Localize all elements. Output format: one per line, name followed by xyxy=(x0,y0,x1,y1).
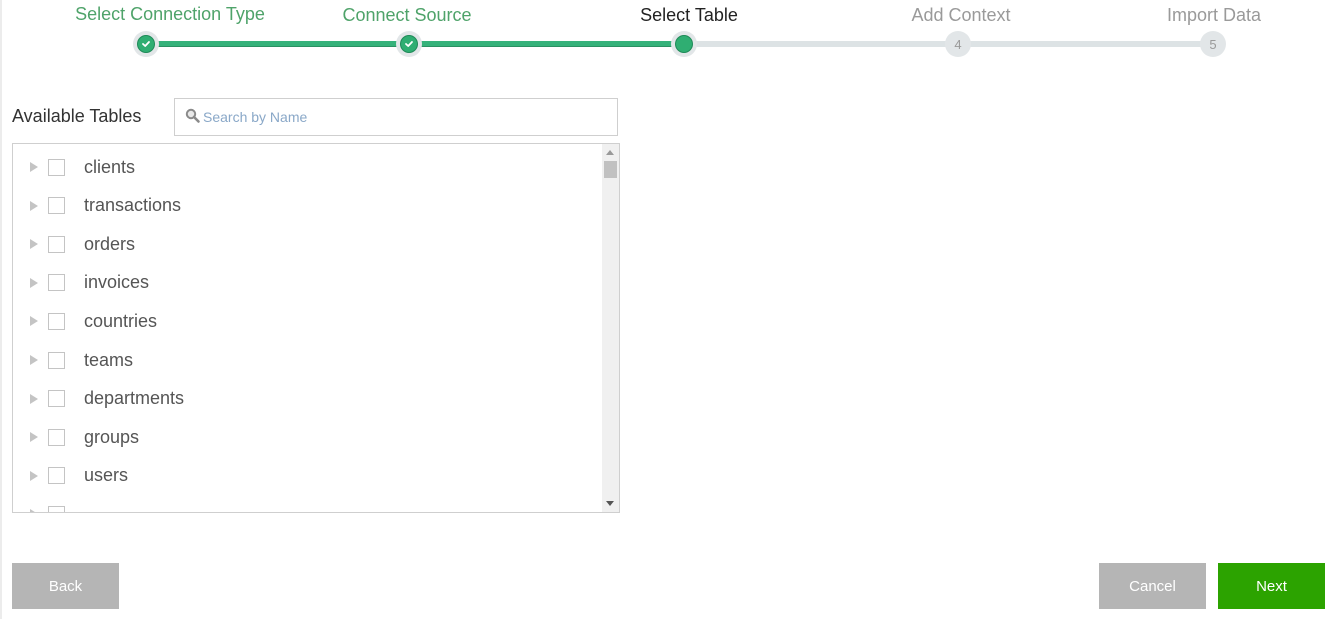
expand-arrow-icon[interactable] xyxy=(30,200,38,211)
table-checkbox[interactable] xyxy=(48,428,65,446)
step-number: 5 xyxy=(1209,36,1217,52)
table-list-item[interactable]: users xyxy=(13,457,603,495)
step-label-add-context: Add Context xyxy=(911,5,1011,25)
check-icon xyxy=(142,41,150,47)
table-checkbox[interactable] xyxy=(48,351,65,369)
table-checkbox[interactable] xyxy=(48,467,65,485)
table-search-input[interactable] xyxy=(203,99,603,135)
page-left-border xyxy=(0,0,2,619)
table-list-item[interactable]: departments xyxy=(13,380,603,418)
back-button[interactable]: Back xyxy=(12,563,119,609)
table-name: users xyxy=(84,465,129,486)
step-label-connect-source: Connect Source xyxy=(342,5,472,25)
check-icon xyxy=(405,41,413,47)
cancel-button[interactable]: Cancel xyxy=(1099,563,1206,609)
table-name: invoices xyxy=(84,272,150,293)
expand-arrow-icon[interactable] xyxy=(30,316,38,327)
table-name: orders xyxy=(84,233,136,254)
table-checkbox[interactable] xyxy=(48,390,65,408)
expand-arrow-icon[interactable] xyxy=(30,162,38,172)
table-checkbox[interactable] xyxy=(48,505,65,512)
scroll-down-arrow-icon[interactable] xyxy=(606,501,614,506)
table-search-box[interactable] xyxy=(174,98,618,136)
tables-list[interactable]: users groups departments teams countries invo… xyxy=(12,143,620,513)
tables-list-scrollbar[interactable] xyxy=(602,144,619,512)
expand-arrow-icon[interactable] xyxy=(30,432,38,443)
expand-arrow-icon[interactable] xyxy=(30,393,38,404)
available-tables-label: Available Tables xyxy=(12,106,142,126)
expand-arrow-icon[interactable] xyxy=(30,355,38,365)
table-list-item[interactable]: clients xyxy=(13,148,603,186)
step-node-3-current xyxy=(671,31,697,57)
table-checkbox[interactable] xyxy=(48,158,65,176)
table-list-item[interactable]: orders xyxy=(13,225,603,263)
table-name: groups xyxy=(84,426,140,447)
step-node-5: 5 xyxy=(1200,31,1226,57)
scrollbar-thumb[interactable] xyxy=(604,161,617,178)
table-checkbox[interactable] xyxy=(48,235,65,253)
expand-arrow-icon[interactable] xyxy=(30,239,38,250)
table-list-item[interactable]: transactions xyxy=(13,187,603,225)
table-checkbox[interactable] xyxy=(48,312,65,330)
wizard-stepper: Select Connection Type Connect Source Se… xyxy=(0,0,1325,70)
search-icon xyxy=(185,108,201,129)
expand-arrow-icon[interactable] xyxy=(30,470,38,481)
next-button[interactable]: Next xyxy=(1218,563,1325,609)
table-list-item[interactable]: invoices xyxy=(13,264,603,302)
table-checkbox[interactable] xyxy=(48,274,65,292)
table-name: transactions xyxy=(84,195,182,216)
scroll-up-arrow-icon[interactable] xyxy=(606,150,614,155)
table-list-item[interactable] xyxy=(13,495,603,512)
table-list-item[interactable]: countries xyxy=(13,302,603,340)
step-label-select-table: Select Table xyxy=(640,5,738,25)
step-label-select-connection-type: Select Connection Type xyxy=(75,4,265,24)
step-node-4: 4 xyxy=(945,31,971,57)
table-name: countries xyxy=(84,310,158,331)
table-name: teams xyxy=(84,349,134,370)
table-name: clients xyxy=(84,156,136,177)
step-node-2[interactable] xyxy=(396,31,422,57)
step-label-import-data: Import Data xyxy=(1166,5,1262,25)
table-checkbox[interactable] xyxy=(48,197,65,215)
table-list-item[interactable]: teams xyxy=(13,341,603,379)
step-node-1[interactable] xyxy=(133,31,159,57)
table-list-item[interactable]: groups xyxy=(13,418,603,456)
table-name: departments xyxy=(84,388,185,409)
step-number: 4 xyxy=(954,36,962,52)
expand-arrow-icon[interactable] xyxy=(30,509,38,512)
expand-arrow-icon[interactable] xyxy=(30,277,38,288)
